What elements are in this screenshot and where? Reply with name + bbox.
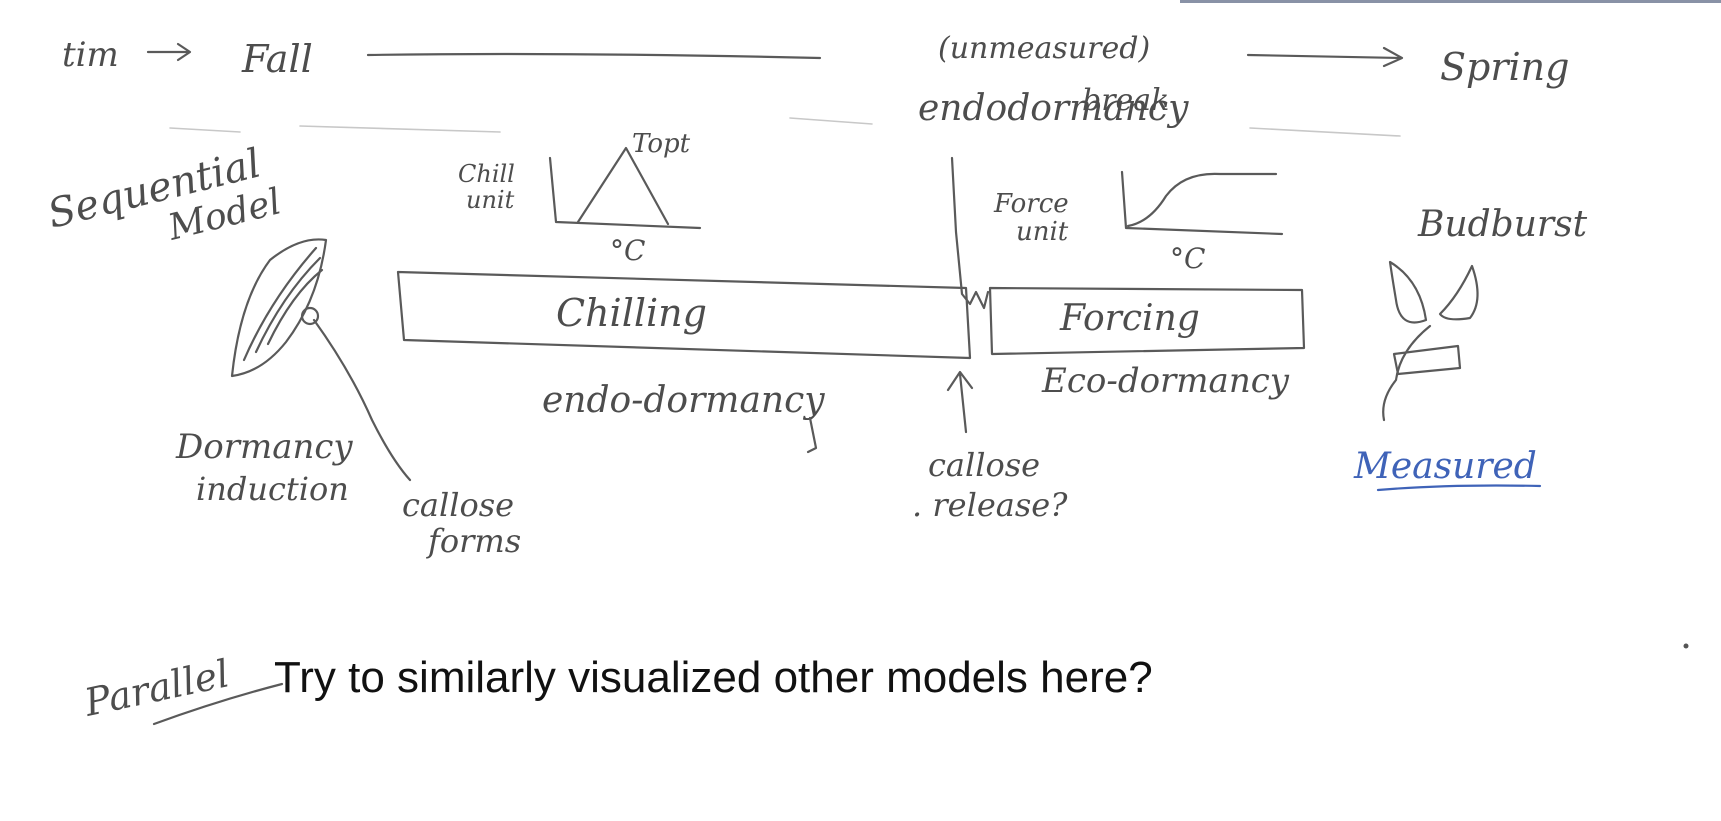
force-unit-label-2: unit — [1016, 217, 1069, 247]
timeline-spring-arrow — [1246, 46, 1404, 68]
dormancy-induction-label-2: induction — [196, 470, 349, 508]
force-unit-label-1: Force — [993, 189, 1069, 219]
endo-dormancy-label: endo-dormancy — [542, 380, 825, 421]
force-curve-axes — [1120, 170, 1284, 236]
timeline-unmeasured-label: (unmeasured) — [938, 31, 1150, 66]
chill-unit-label-2: unit — [466, 186, 515, 214]
forcing-label: Forcing — [1059, 298, 1200, 339]
endo-dormancy-tail — [806, 416, 818, 454]
chill-unit-label-1: Chill — [458, 160, 515, 188]
chilling-label: Chilling — [556, 291, 707, 335]
timeline-fall-label: Fall — [241, 37, 313, 81]
timeline-start-arrow — [146, 42, 192, 62]
faint-ghost-strokes — [169, 117, 1401, 137]
measured-label: Measured — [1353, 446, 1537, 487]
endodormancy-break-label-2: break — [1082, 83, 1169, 118]
dormancy-induction-label-1: Dormancy — [175, 427, 353, 467]
timeline-start-label: tim — [62, 35, 119, 75]
parallel-label: Parallel — [80, 651, 233, 725]
scan-edge — [1180, 0, 1721, 3]
budburst-bud-base — [1392, 344, 1462, 376]
callose-release-arrow — [946, 370, 974, 434]
budburst-label: Budburst — [1417, 204, 1588, 245]
chill-peak-label: Topt — [632, 129, 691, 159]
eco-dormancy-label: Eco-dormancy — [1041, 361, 1290, 401]
callose-release-label-2: . release? — [912, 486, 1068, 524]
budburst-leaf-left — [1388, 260, 1428, 324]
parallel-note: Try to similarly visualized other models… — [274, 653, 1153, 702]
timeline-line-fall — [366, 52, 822, 60]
sequential-model-sketch: tim Fall (unmeasured) endodormancy break… — [43, 0, 1721, 726]
callose-forms-label-2: forms — [426, 522, 521, 560]
chill-curve-axes — [548, 156, 702, 230]
callose-release-label-1: callose — [928, 446, 1040, 484]
callose-forms-label-1: callose — [402, 486, 514, 524]
chill-axis-label: °C — [610, 234, 645, 267]
force-curve-line — [1126, 172, 1278, 228]
stray-dot — [1683, 643, 1689, 649]
chill-curve-triangle — [576, 146, 670, 226]
force-axis-label: °C — [1170, 242, 1205, 275]
timeline-spring-label: Spring — [1440, 45, 1569, 89]
endodormancy-break-line — [950, 156, 990, 310]
dormant-bud-hatching — [242, 246, 324, 362]
budburst-leaf-right — [1438, 264, 1479, 321]
